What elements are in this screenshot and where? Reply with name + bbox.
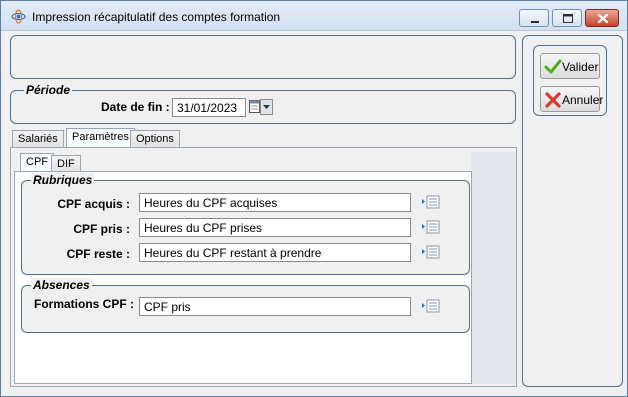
list-select-icon[interactable] <box>421 219 441 235</box>
cpf-reste-label: CPF reste : <box>66 247 130 261</box>
app-icon <box>11 9 26 24</box>
red-x-icon <box>545 92 561 108</box>
rubriques-group: Rubriques CPF acquis : Heures du CPF acq… <box>21 173 470 275</box>
absences-group-title: Absences <box>31 278 92 292</box>
validate-label: Valider <box>562 60 599 74</box>
checkmark-icon <box>544 59 562 74</box>
date-fin-label: Date de fin : <box>101 100 170 114</box>
tab-salaries[interactable]: Salariés <box>12 130 64 147</box>
close-icon <box>597 13 609 24</box>
chevron-down-icon[interactable] <box>260 99 273 115</box>
periode-group: Période Date de fin : 31/01/2023 <box>10 83 516 124</box>
formations-cpf-label: Formations CPF : <box>34 297 135 311</box>
minimize-button[interactable] <box>519 9 549 27</box>
cpf-reste-field[interactable]: Heures du CPF restant à prendre <box>139 243 411 262</box>
cpf-acquis-label: CPF acquis : <box>57 197 130 211</box>
cpf-pris-field[interactable]: Heures du CPF prises <box>139 218 411 237</box>
calendar-icon[interactable] <box>249 99 260 113</box>
window-title: Impression récapitulatif des comptes for… <box>32 10 281 24</box>
periode-group-title: Période <box>24 83 73 97</box>
header-panel <box>10 35 516 79</box>
cancel-label: Annuler <box>562 93 604 107</box>
title-bar[interactable]: Impression récapitulatif des comptes for… <box>1 1 627 31</box>
absences-group: Absences Formations CPF : CPF pris <box>21 278 470 333</box>
date-fin-input[interactable]: 31/01/2023 <box>172 98 246 117</box>
maximize-icon <box>563 14 573 23</box>
list-select-icon[interactable] <box>421 194 441 210</box>
client-area: Période Date de fin : 31/01/2023 Salarié… <box>4 32 624 394</box>
parametres-pane: CPF DIF Rubriques CPF acquis : Heures du… <box>10 147 517 387</box>
cancel-button[interactable]: Annuler <box>540 86 604 112</box>
rubriques-group-title: Rubriques <box>31 173 95 187</box>
cpf-pris-label: CPF pris : <box>73 222 130 236</box>
tab-parametres[interactable]: Paramètres <box>66 128 135 148</box>
cpf-pane: Rubriques CPF acquis : Heures du CPF acq… <box>14 171 472 384</box>
cpf-acquis-field[interactable]: Heures du CPF acquises <box>139 193 411 212</box>
formations-cpf-field[interactable]: CPF pris <box>139 297 411 316</box>
validate-button[interactable]: Valider <box>540 53 600 79</box>
close-button[interactable] <box>585 9 619 27</box>
pane-side-strip <box>471 152 516 384</box>
tab-cpf[interactable]: CPF <box>20 153 54 173</box>
tab-dif[interactable]: DIF <box>51 155 81 172</box>
list-select-icon[interactable] <box>421 298 441 314</box>
actions-group: Valider Annuler <box>533 45 607 116</box>
right-panel: Valider Annuler <box>522 35 623 387</box>
main-window: Impression récapitulatif des comptes for… <box>0 0 628 397</box>
tab-options[interactable]: Options <box>130 130 180 147</box>
list-select-icon[interactable] <box>421 244 441 260</box>
minimize-icon <box>531 21 539 23</box>
maximize-button[interactable] <box>552 9 582 27</box>
main-tab-strip: Salariés Paramètres Options <box>12 128 482 149</box>
